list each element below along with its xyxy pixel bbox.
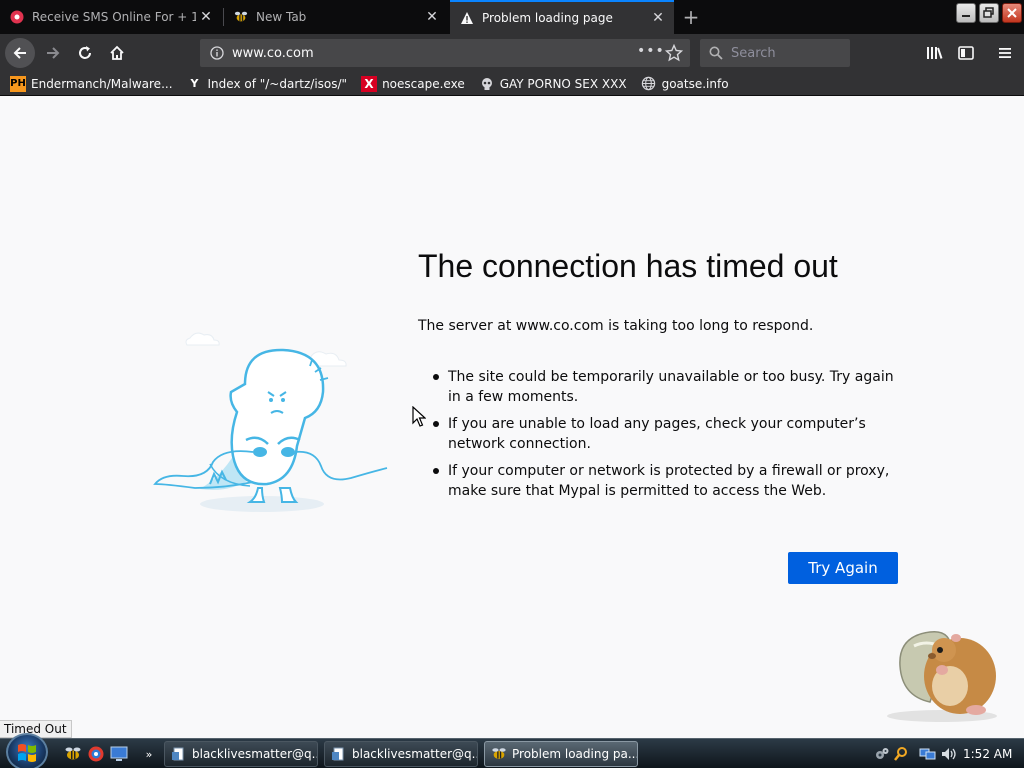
unplugged-dinosaur-illustration [150,314,390,524]
navigation-toolbar: www.co.com ••• Search [0,34,1024,72]
error-page: The connection has timed out The server … [0,96,1024,738]
bookmark-index-dartz[interactable]: Y Index of "/~dartz/isos/" [187,76,348,92]
document-icon [172,747,184,761]
search-icon [709,46,723,60]
taskbar-item-label: blacklivesmatter@q... [192,747,318,761]
sidebar-toggle-button[interactable] [951,38,981,68]
bee-icon [234,10,248,24]
close-tab-icon[interactable]: ✕ [422,7,442,27]
bookmark-gay-porno[interactable]: GAY PORNO SEX XXX [479,76,627,92]
taskbar-item-label: blacklivesmatter@q... [352,747,478,761]
hamburger-menu-icon [999,48,1011,58]
taskbar: » blacklivesmatter@q... blacklivesmatter… [0,733,1024,768]
bookmark-label: Index of "/~dartz/isos/" [207,76,348,91]
magnifier-tray-icon[interactable] [893,746,909,762]
sidebar-icon [958,46,974,60]
network-tray-icon[interactable] [919,746,937,762]
security-quicklaunch-icon[interactable] [87,745,105,763]
error-title: The connection has timed out [418,248,838,284]
bee-quicklaunch-icon[interactable] [64,745,82,763]
forward-arrow-icon [47,47,60,59]
page-actions-icon[interactable]: ••• [637,43,665,59]
bookmark-label: GAY PORNO SEX XXX [499,76,627,91]
taskbar-item-label: Problem loading pa... [512,747,638,761]
tab-new-tab[interactable]: New Tab ✕ [224,0,448,34]
bookmark-noescape[interactable]: X noescape.exe [361,75,465,92]
library-button[interactable] [920,38,950,68]
x-icon: X [361,75,378,92]
url-text: www.co.com [232,45,314,61]
taskbar-item-problem-loading[interactable]: Problem loading pa... [484,741,638,767]
taskbar-item-blacklivesmatter-1[interactable]: blacklivesmatter@q... [164,741,318,767]
tab-title: Problem loading page [482,11,613,25]
back-button[interactable] [5,38,35,68]
taskbar-item-blacklivesmatter-2[interactable]: blacklivesmatter@q... [324,741,478,767]
pornhub-icon: PH [10,75,26,92]
document-icon [332,747,344,761]
list-item: The site could be temporarily unavailabl… [433,367,898,407]
tab-problem-loading[interactable]: Problem loading page ✕ [450,0,674,34]
library-icon [927,47,943,59]
skull-icon [479,76,495,92]
bee-icon [492,748,506,759]
bookmark-label: Endermanch/Malware... [31,76,173,91]
bookmark-label: noescape.exe [382,76,465,91]
new-tab-button[interactable]: + [680,5,702,29]
search-box[interactable]: Search [700,39,850,67]
show-desktop-icon[interactable] [110,745,128,763]
star-icon[interactable] [665,44,683,62]
error-suggestions-list: The site could be temporarily unavailabl… [433,367,898,508]
list-item: If your computer or network is protected… [433,461,898,501]
close-tab-icon[interactable]: ✕ [648,8,668,28]
windows-logo-icon [18,744,36,762]
bookmarks-toolbar: PH Endermanch/Malware... Y Index of "/~d… [0,72,1024,96]
warning-icon [460,11,474,25]
volume-icon[interactable] [940,746,956,762]
taskbar-clock[interactable]: 1:52 AM [963,739,1012,768]
start-button[interactable] [6,733,48,768]
search-placeholder: Search [731,45,776,61]
try-again-button[interactable]: Try Again [788,552,898,584]
bookmark-endermanch[interactable]: PH Endermanch/Malware... [10,75,173,92]
info-icon[interactable] [210,46,224,60]
menu-button[interactable] [990,38,1020,68]
home-button[interactable] [102,38,132,68]
globe-icon [641,76,657,92]
error-description: The server at www.co.com is taking too l… [418,318,814,334]
close-tab-icon[interactable]: ✕ [196,7,216,27]
sms-site-icon [10,10,24,24]
list-item: If you are unable to load any pages, che… [433,414,898,454]
tab-strip: Receive SMS Online For + 1765 ✕ New Tab … [0,0,1024,34]
close-window-button[interactable] [1002,3,1022,23]
tab-receive-sms[interactable]: Receive SMS Online For + 1765 ✕ [0,0,222,34]
back-arrow-icon [13,47,26,59]
url-bar[interactable]: www.co.com ••• [200,39,690,67]
gears-tray-icon[interactable] [874,746,890,762]
reload-button[interactable] [70,38,100,68]
mouse-cursor-icon [412,405,427,432]
hamster-mascot-image [880,626,1005,726]
chevron-right-icon[interactable]: » [140,745,158,763]
home-icon [110,45,124,60]
tab-title: New Tab [256,10,307,24]
bookmark-goatse[interactable]: goatse.info [641,76,729,92]
bookmark-label: goatse.info [661,76,729,91]
tab-title: Receive SMS Online For + 1765 [32,10,196,24]
restore-button[interactable] [979,3,999,23]
ycombinator-icon: Y [190,77,199,90]
forward-button[interactable] [38,38,68,68]
reload-icon [79,46,91,59]
minimize-button[interactable] [956,3,976,23]
